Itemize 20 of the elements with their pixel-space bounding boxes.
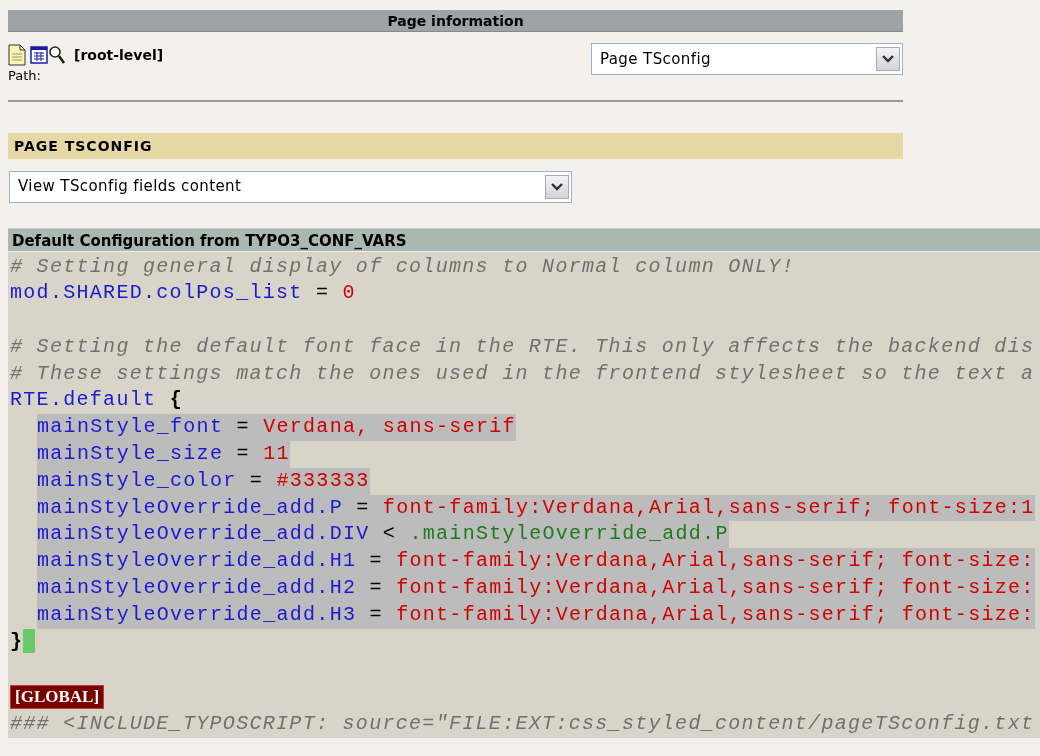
section-header: PAGE TSCONFIG: [8, 132, 903, 159]
caret-icon: [551, 182, 563, 191]
panel-header: Default Configuration from TYPO3_CONF_VARS: [8, 227, 1040, 252]
page-title: [root-level]: [74, 45, 164, 65]
code-line: # Setting the default font face in the RTE. This only affects the backend dis: [10, 333, 1035, 360]
code-line: mod.SHARED.colPos_list = 0: [10, 280, 356, 307]
condition-tag: [GLOBAL]: [10, 685, 105, 710]
caret-icon: [882, 55, 894, 63]
code-line: # Setting general display of columns to Normal column ONLY!: [10, 253, 795, 280]
document-icon[interactable]: [8, 44, 26, 66]
path-label: Path:: [8, 67, 42, 85]
code-line: RTE.default {: [10, 387, 183, 414]
code-line: ### <INCLUDE_TYPOSCRIPT: source="FILE:EXT:css_styled_content/pageTSconfig.txt: [10, 711, 1035, 738]
table-icon[interactable]: [30, 46, 48, 64]
select-field[interactable]: View TSconfig fields content: [9, 170, 572, 203]
code-line: # These settings match the ones used in the frontend stylesheet so the text a: [10, 360, 1035, 387]
select-field[interactable]: Page TSconfig: [591, 43, 903, 75]
code-line: }: [10, 628, 24, 655]
magnifier-icon[interactable]: [48, 45, 66, 65]
panel-header: Page information: [8, 10, 903, 32]
